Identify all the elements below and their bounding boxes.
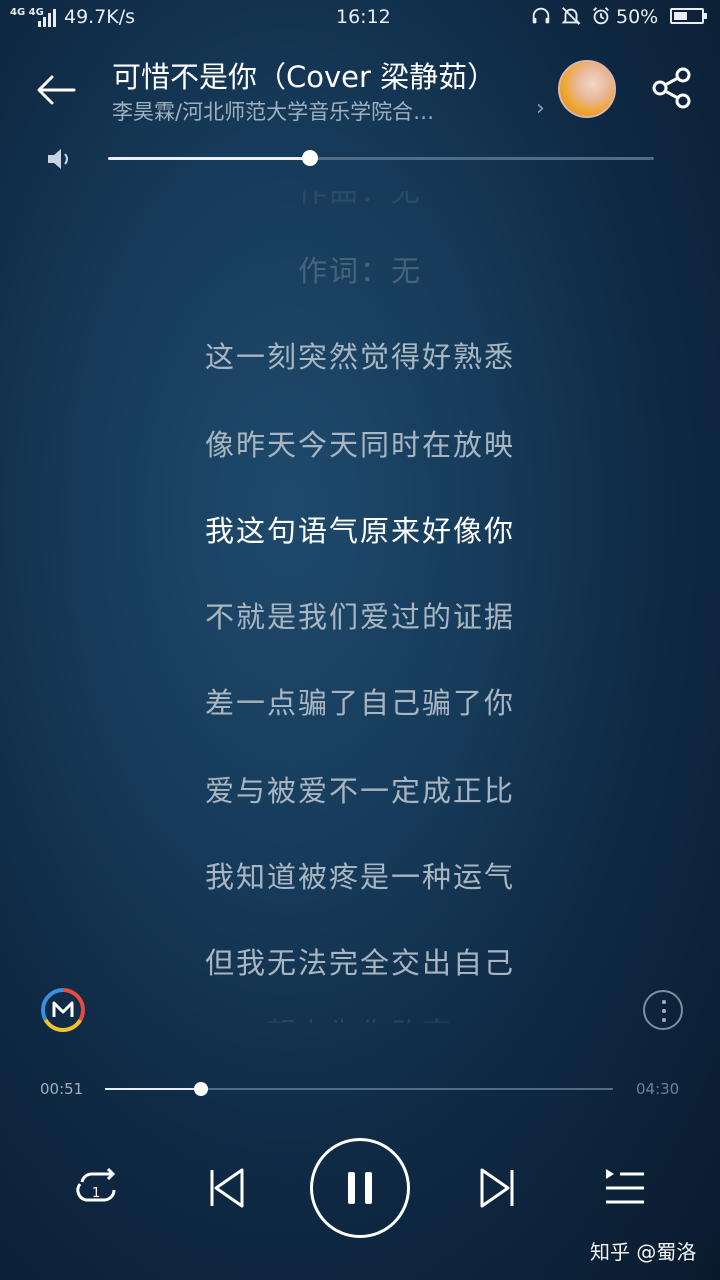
- volume-slider-fill: [108, 157, 311, 160]
- watermark: 知乎 @蜀洛: [590, 1240, 697, 1264]
- more-options-icon[interactable]: [643, 990, 683, 1030]
- lyric-line: 作词：无: [297, 254, 422, 288]
- lyric-line-active: 我这句语气原来好像你: [204, 514, 515, 548]
- progress-fill: [105, 1088, 201, 1090]
- battery-icon: [670, 8, 707, 24]
- status-icons: [530, 5, 612, 27]
- artist-name[interactable]: 李昊霖/河北师范大学音乐学院合…: [112, 96, 512, 126]
- lyric-line: 爱与被爱不一定成正比: [204, 774, 515, 808]
- back-arrow-icon[interactable]: [30, 64, 82, 116]
- previous-track-icon[interactable]: [200, 1160, 256, 1216]
- lyric-line: 不就是我们爱过的证据: [204, 600, 515, 634]
- lyric-line: 努力为你改变: [266, 1016, 453, 1050]
- next-track-icon[interactable]: [468, 1160, 524, 1216]
- m-logo-icon[interactable]: [40, 987, 86, 1033]
- lyric-line: 但我无法完全交出自己: [204, 946, 515, 980]
- alarm-icon: [593, 7, 609, 25]
- repeat-one-icon[interactable]: 1: [70, 1160, 126, 1216]
- lyric-line: 我知道被疼是一种运气: [204, 860, 515, 894]
- muted-bell-icon: [561, 7, 581, 25]
- pause-button[interactable]: [310, 1138, 410, 1238]
- artist-avatar[interactable]: [558, 60, 616, 118]
- signal-icon: [38, 9, 56, 27]
- chevron-right-icon[interactable]: ›: [536, 96, 545, 121]
- lyric-line: 差一点骗了自己骗了你: [204, 686, 515, 720]
- volume-slider-handle[interactable]: [302, 150, 319, 166]
- total-time: 04:30: [636, 1080, 680, 1098]
- volume-icon[interactable]: [44, 144, 74, 174]
- lyric-line: 这一刻突然觉得好熟悉: [204, 340, 515, 374]
- status-bar: 4G 4G 49.7K/s 16:12 50%: [0, 0, 720, 36]
- current-time: 00:51: [40, 1080, 84, 1098]
- lyric-line: 像昨天今天同时在放映: [204, 428, 515, 462]
- network-speed: 49.7K/s: [64, 6, 136, 28]
- pause-icon: [348, 1172, 372, 1204]
- share-icon[interactable]: [650, 66, 694, 110]
- headphones-icon: [532, 7, 550, 24]
- repeat-badge: 1: [92, 1186, 100, 1201]
- clock: 16:12: [336, 6, 391, 28]
- playlist-icon[interactable]: [598, 1160, 654, 1216]
- battery-percent: 50%: [616, 6, 659, 28]
- song-title: 可惜不是你（Cover 梁静茹）: [112, 60, 497, 94]
- progress-handle[interactable]: [194, 1082, 208, 1096]
- lyric-line: 作曲：无: [297, 174, 422, 208]
